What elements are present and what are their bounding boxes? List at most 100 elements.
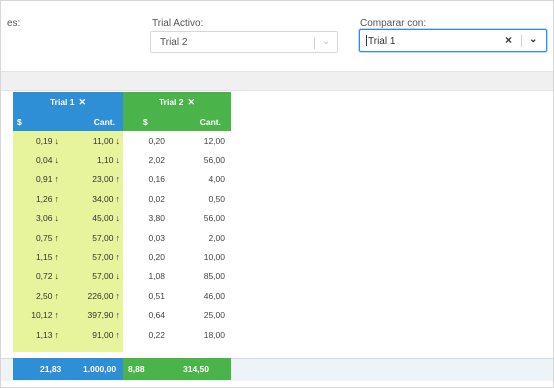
trial-activo-value: Trial 2 (160, 37, 188, 48)
trial1-qty-cell: 45,00 ↓ (63, 208, 123, 228)
trial2-money-cell: 0,20 (123, 247, 171, 267)
table-row: 2,50 ↑ 226,00 ↑ 0,51 46,00 (13, 286, 231, 306)
cell-value: 34,00 (92, 193, 114, 204)
chevron-down-icon[interactable]: ⌄ (322, 36, 330, 47)
trial2-qty-cell: 56,00 (171, 150, 231, 170)
trial1-qty-cell: 397,90 ↑ (63, 305, 123, 325)
table-row: 1,13 ↑ 91,00 ↑ 0,22 18,00 (13, 324, 231, 345)
cell-value: 57,00 (92, 271, 114, 282)
select-separator (521, 35, 522, 47)
arrow-up-icon: ↑ (54, 329, 60, 340)
comparar-con-value: Trial 1 (368, 36, 396, 47)
trial1-money-cell: 3,06 ↓ (13, 208, 63, 228)
trial1-money-cell: 0,75 ↑ (13, 227, 63, 248)
trial1-qty-cell: 226,00 ↑ (63, 286, 123, 306)
trial2-money-cell: 2,02 (123, 150, 171, 170)
trial1-money-cell: 0,04 ↓ (13, 150, 63, 170)
trial2-qty-cell: 0,50 (171, 189, 231, 209)
filter-label-partial: es: (7, 18, 21, 29)
comparar-con-select[interactable]: Trial 1 × ⌄ (359, 29, 547, 52)
comparar-con-label: Comparar con: (360, 18, 427, 29)
arrow-up-icon: ↑ (115, 310, 121, 321)
cell-value: 0,19 (35, 135, 53, 146)
trial2-money-cell: 0,16 (123, 169, 171, 190)
trial2-qty-cell: 46,00 (171, 286, 231, 306)
trial1-total-money: 21,83 (40, 364, 62, 374)
cell-value: 23,00 (92, 174, 114, 185)
arrow-up-icon: ↑ (115, 252, 121, 263)
table-row: 1,15 ↑ 57,00 ↑ 0,20 10,00 (13, 247, 231, 267)
trial1-header: Trial 1 ✕ (13, 92, 123, 113)
trial1-totals: 21,83 1.000,00 (13, 358, 123, 380)
cell-value: 1,10 (96, 155, 114, 166)
cell-value: 1,26 (35, 193, 53, 204)
trial1-qty-cell: 34,00 ↑ (63, 189, 123, 209)
trial2-col-money[interactable]: $ (123, 113, 171, 131)
cell-value: 0,04 (35, 155, 53, 166)
trial2-money-cell: 0,51 (123, 286, 171, 306)
trial2-total-money: 8,88 (128, 364, 145, 374)
cell-value: 11,00 (92, 135, 114, 146)
arrow-up-icon: ↑ (115, 232, 121, 243)
table-padding-row (13, 344, 231, 353)
arrow-up-icon: ↑ (115, 290, 121, 301)
trial2-qty-cell: 25,00 (171, 305, 231, 325)
toolbar-band (1, 71, 553, 91)
arrow-down-icon: ↓ (115, 155, 121, 166)
trial1-qty-cell: 57,00 ↑ (63, 247, 123, 267)
cell-value: 45,00 (92, 213, 114, 224)
trial1-col-money[interactable]: $ (13, 113, 63, 131)
trial1-title: Trial 1 (49, 97, 75, 107)
arrow-down-icon: ↓ (54, 213, 60, 224)
cell-value: 1,13 (35, 329, 53, 340)
table-row: 1,26 ↑ 34,00 ↑ 0,02 0,50 (13, 189, 231, 209)
select-separator (314, 37, 315, 49)
arrow-down-icon: ↓ (115, 135, 121, 146)
table-row: 10,12 ↑ 397,90 ↑ 0,64 25,00 (13, 305, 231, 325)
trial1-col-qty[interactable]: Cant. (63, 113, 123, 131)
table-row: 0,19 ↓ 11,00 ↓ 0,20 12,00 (13, 131, 231, 151)
arrow-down-icon: ↓ (54, 155, 60, 166)
trial2-money-cell: 1,08 (123, 266, 171, 287)
trial2-money-cell: 0,22 (123, 324, 171, 345)
empty-cell (13, 344, 63, 353)
trial2-money-cell: 3,80 (123, 208, 171, 228)
trial2-totals: 8,88 314,50 (123, 358, 231, 380)
cell-value: 397,90 (87, 310, 114, 321)
arrow-down-icon: ↓ (54, 135, 60, 146)
empty-cell (63, 344, 123, 353)
trial2-qty-cell: 18,00 (171, 324, 231, 345)
close-icon[interactable]: ✕ (79, 97, 87, 107)
table-row: 3,06 ↓ 45,00 ↓ 3,80 56,00 (13, 208, 231, 228)
trial1-qty-cell: 57,00 ↓ (63, 266, 123, 287)
comparison-table: Trial 1 ✕ Trial 2 ✕ $ Cant. $ Cant. 0,19 ↓ 1… (13, 92, 231, 353)
trial2-qty-cell: 85,00 (171, 266, 231, 287)
trial2-money-cell: 0,03 (123, 227, 171, 248)
trial1-money-cell: 10,12 ↑ (13, 305, 63, 325)
trial2-qty-cell: 4,00 (171, 169, 231, 190)
clear-icon[interactable]: × (505, 33, 512, 47)
cell-value: 10,12 (31, 310, 53, 321)
chevron-down-icon[interactable]: ⌄ (529, 34, 537, 45)
arrow-up-icon: ↑ (54, 174, 60, 185)
trial2-col-qty[interactable]: Cant. (171, 113, 231, 131)
empty-cell (123, 344, 171, 353)
arrow-up-icon: ↑ (54, 290, 60, 301)
close-icon[interactable]: ✕ (188, 97, 196, 107)
trial1-total-qty: 1.000,00 (83, 364, 117, 374)
trial1-money-cell: 1,15 ↑ (13, 247, 63, 267)
trial-activo-label: Trial Activo: (152, 18, 204, 29)
cell-value: 3,06 (35, 213, 53, 224)
trial1-money-cell: 1,26 ↑ (13, 189, 63, 209)
trial2-money-cell: 0,20 (123, 131, 171, 151)
text-caret (366, 35, 367, 46)
trial-activo-select[interactable]: Trial 2 ⌄ (150, 31, 338, 53)
arrow-up-icon: ↑ (115, 329, 121, 340)
report-frame: es: Trial Activo: Trial 2 ⌄ Comparar con… (0, 0, 554, 388)
cell-value: 2,50 (35, 290, 53, 301)
comparar-con-input[interactable]: Trial 1 (366, 35, 395, 47)
trial2-total-qty: 314,50 (183, 364, 209, 374)
arrow-up-icon: ↑ (54, 193, 60, 204)
trial1-qty-cell: 91,00 ↑ (63, 324, 123, 345)
trial1-money-cell: 2,50 ↑ (13, 286, 63, 306)
